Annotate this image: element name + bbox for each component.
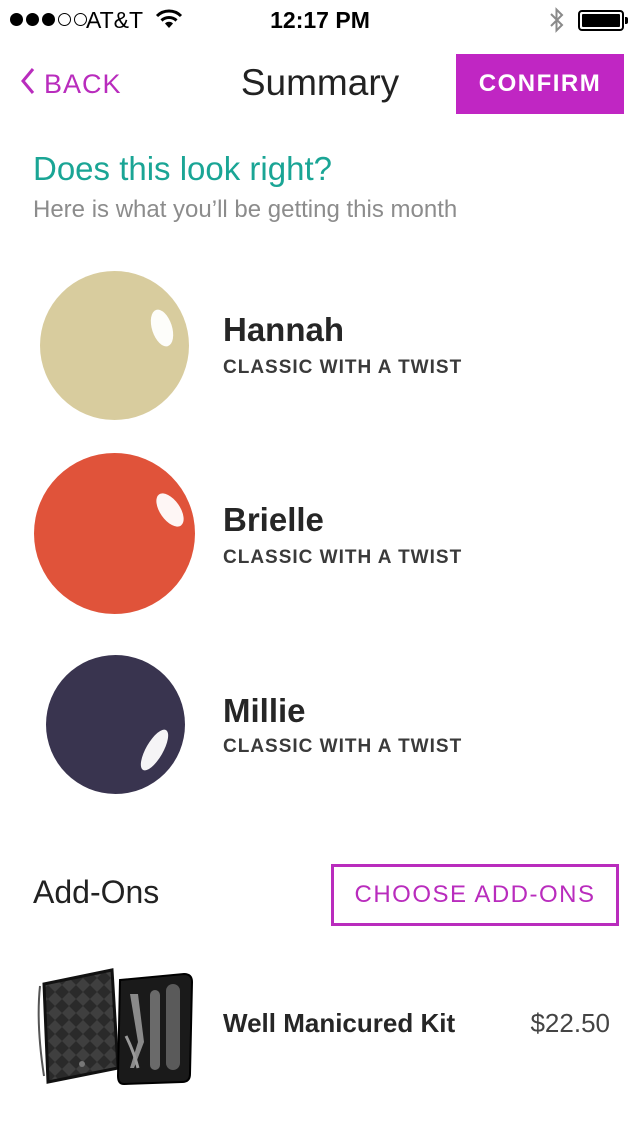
- manicure-kit-image: [34, 964, 194, 1086]
- polish-swatch: [40, 271, 189, 420]
- confirm-button[interactable]: CONFIRM: [456, 54, 624, 114]
- polish-name: Millie: [223, 692, 306, 729]
- polish-collection: CLASSIC WITH A TWIST: [223, 547, 463, 568]
- choose-addons-button[interactable]: CHOOSE ADD-ONS: [331, 864, 619, 926]
- addons-heading: Add-Ons: [33, 874, 160, 910]
- summary-subtitle: Here is what you’ll be getting this mont…: [33, 196, 458, 223]
- polish-collection: CLASSIC WITH A TWIST: [223, 357, 463, 378]
- polish-name: Hannah: [223, 311, 345, 348]
- polish-collection: CLASSIC WITH A TWIST: [223, 736, 463, 757]
- polish-swatch: [46, 655, 185, 794]
- addon-price: $22.50: [530, 1008, 610, 1038]
- status-time: 12:17 PM: [270, 7, 370, 33]
- polish-item: Brielle CLASSIC WITH A TWIST: [0, 445, 640, 615]
- polish-name: Brielle: [223, 501, 324, 538]
- nav-bar: BACK Summary CONFIRM: [0, 40, 640, 128]
- polish-item: Millie CLASSIC WITH A TWIST: [0, 640, 640, 810]
- addon-item[interactable]: Well Manicured Kit $22.50: [0, 960, 640, 1090]
- bluetooth-icon: [548, 6, 566, 39]
- polish-item: Hannah CLASSIC WITH A TWIST: [0, 265, 640, 435]
- status-bar: AT&T 12:17 PM: [0, 0, 640, 40]
- battery-icon: [578, 10, 628, 31]
- polish-swatch: [34, 453, 195, 614]
- addon-name: Well Manicured Kit: [223, 1008, 456, 1038]
- summary-headline: Does this look right?: [33, 150, 332, 187]
